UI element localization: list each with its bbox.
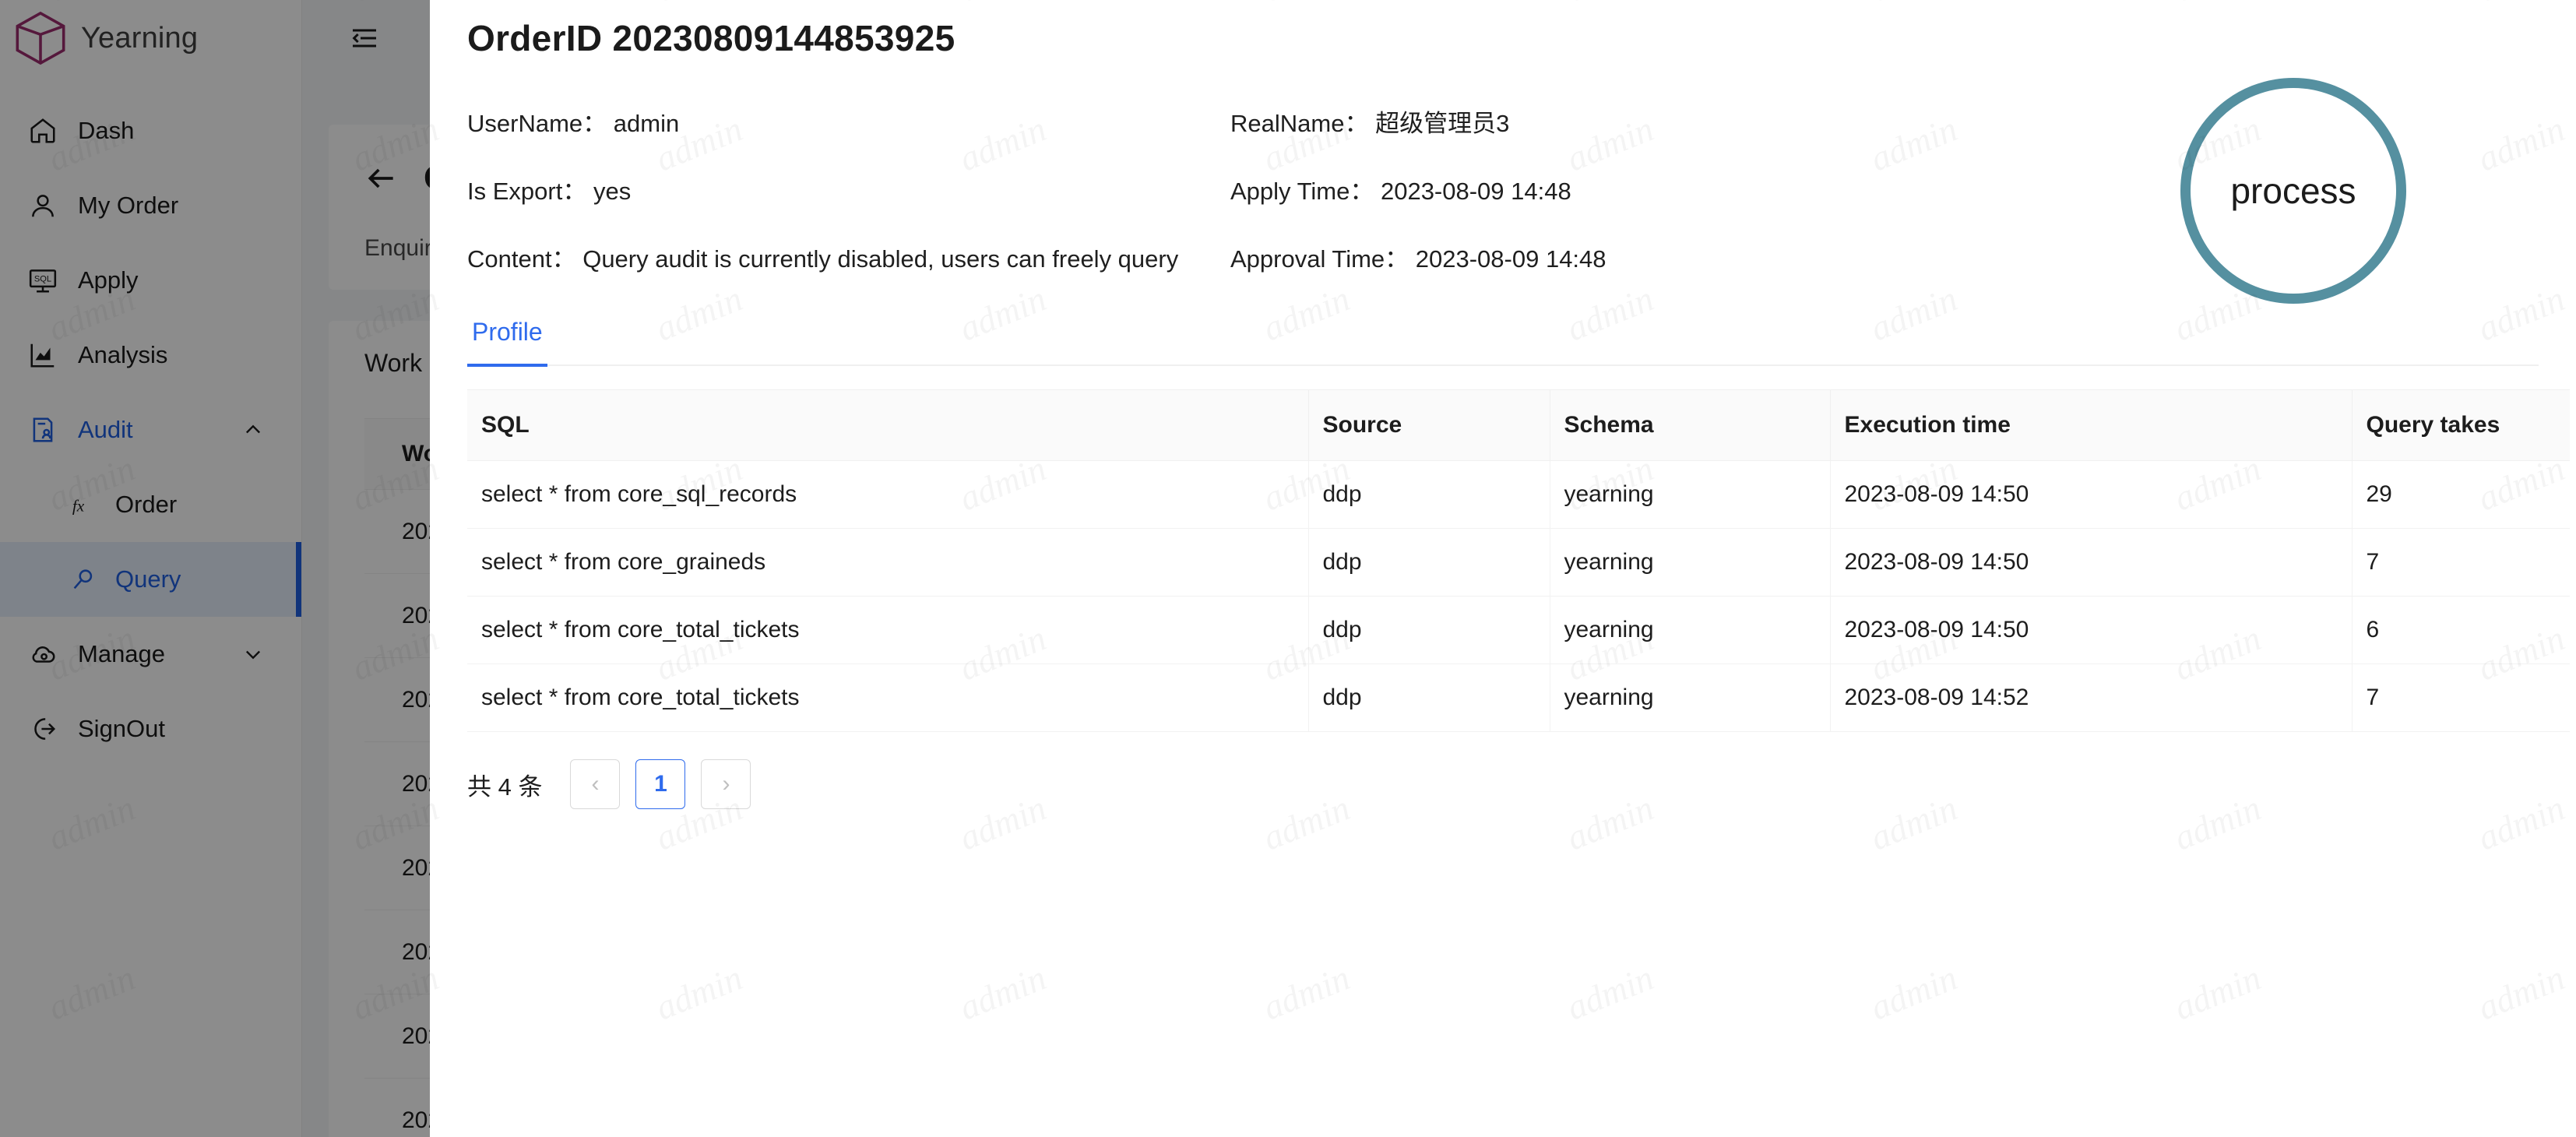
- cell-query-takes: 7: [2352, 528, 2570, 597]
- table-row[interactable]: select * from core_sql_records ddp yearn…: [467, 460, 2570, 529]
- cell-execution-time: 2023-08-09 14:50: [1830, 460, 2353, 529]
- cell-query-takes: 6: [2352, 596, 2570, 664]
- table-row[interactable]: select * from core_graineds ddp yearning…: [467, 528, 2570, 597]
- order-detail-drawer: OrderID 20230809144853925 process UserNa…: [430, 0, 2576, 1137]
- field-username: UserName： admin: [467, 109, 1230, 138]
- field-label: Is Export：: [467, 178, 587, 206]
- field-content: Content： Query audit is currently disabl…: [467, 245, 1230, 273]
- field-label: Approval Time：: [1230, 245, 1409, 273]
- cell-execution-time: 2023-08-09 14:52: [1830, 664, 2353, 732]
- column-header-schema: Schema: [1550, 389, 1831, 461]
- column-header-execution-time: Execution time: [1830, 389, 2353, 461]
- field-label: RealName：: [1230, 110, 1369, 137]
- table-row[interactable]: select * from core_total_tickets ddp yea…: [467, 596, 2570, 664]
- field-row: UserName： admin RealName： 超级管理员3: [467, 109, 2461, 138]
- cell-sql: select * from core_total_tickets: [467, 596, 1309, 664]
- column-header-source: Source: [1308, 389, 1550, 461]
- tab-profile[interactable]: Profile: [467, 318, 547, 367]
- drawer-tabs: Profile: [467, 318, 2539, 367]
- drawer-title: OrderID 20230809144853925: [467, 18, 955, 58]
- table-row[interactable]: select * from core_total_tickets ddp yea…: [467, 664, 2570, 732]
- field-label: Content：: [467, 245, 576, 273]
- column-header-query-takes: Query takes: [2352, 389, 2570, 461]
- cell-source: ddp: [1308, 528, 1550, 597]
- pagination-page-1[interactable]: 1: [635, 759, 686, 809]
- field-label: Apply Time：: [1230, 178, 1374, 206]
- column-header-sql: SQL: [467, 389, 1309, 461]
- drawer-field-grid: UserName： admin RealName： 超级管理员3 Is Expo…: [467, 109, 2461, 313]
- field-apply-time: Apply Time： 2023-08-09 14:48: [1230, 177, 2461, 206]
- field-row: Content： Query audit is currently disabl…: [467, 245, 2461, 273]
- sql-records-table: SQL Source Schema Execution time Query t…: [467, 389, 2570, 732]
- cell-source: ddp: [1308, 596, 1550, 664]
- table-header-row: SQL Source Schema Execution time Query t…: [467, 389, 2570, 461]
- cell-execution-time: 2023-08-09 14:50: [1830, 528, 2353, 597]
- field-row: Is Export： yes Apply Time： 2023-08-09 14…: [467, 177, 2461, 206]
- cell-schema: yearning: [1550, 596, 1831, 664]
- field-approval-time: Approval Time： 2023-08-09 14:48: [1230, 245, 2461, 273]
- field-realname: RealName： 超级管理员3: [1230, 109, 2461, 138]
- pagination-next-button[interactable]: ›: [701, 759, 751, 809]
- cell-query-takes: 7: [2352, 664, 2570, 732]
- cell-query-takes: 29: [2352, 460, 2570, 529]
- cell-sql: select * from core_sql_records: [467, 460, 1309, 529]
- cell-source: ddp: [1308, 460, 1550, 529]
- cell-schema: yearning: [1550, 664, 1831, 732]
- cell-source: ddp: [1308, 664, 1550, 732]
- cell-schema: yearning: [1550, 528, 1831, 597]
- cell-sql: select * from core_graineds: [467, 528, 1309, 597]
- field-value: 2023-08-09 14:48: [1415, 245, 1606, 273]
- cell-sql: select * from core_total_tickets: [467, 664, 1309, 732]
- field-is-export: Is Export： yes: [467, 177, 1230, 206]
- field-label: UserName：: [467, 110, 607, 137]
- field-value: yes: [593, 178, 632, 206]
- field-value: 2023-08-09 14:48: [1380, 178, 1571, 206]
- cell-execution-time: 2023-08-09 14:50: [1830, 596, 2353, 664]
- field-value: admin: [613, 110, 680, 137]
- cell-schema: yearning: [1550, 460, 1831, 529]
- pagination: 共 4 条 ‹ 1 ›: [467, 759, 751, 809]
- app-root: Yearning Dash My Order SQL Apply Analysi…: [0, 0, 2576, 1137]
- field-value: 超级管理员3: [1375, 110, 1510, 137]
- pagination-total: 共 4 条: [467, 773, 543, 801]
- pagination-prev-button[interactable]: ‹: [570, 759, 621, 809]
- field-value: Query audit is currently disabled, users…: [582, 245, 1179, 273]
